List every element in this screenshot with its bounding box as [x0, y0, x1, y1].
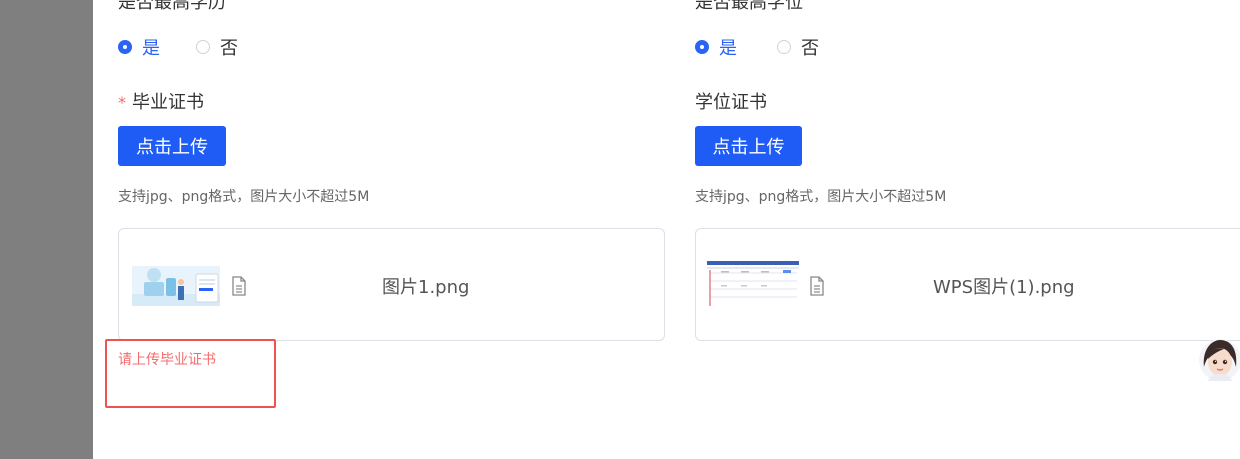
radio-no[interactable]: 否 [196, 34, 238, 60]
upload-hint: 支持jpg、png格式，图片大小不超过5M [118, 189, 370, 205]
upload-degree-certificate-button[interactable]: 点击上传 [695, 126, 802, 166]
document-icon [232, 276, 246, 296]
graduation-certificate-label: * 毕业证书 [118, 88, 204, 114]
image-thumbnail[interactable] [707, 259, 799, 309]
upload-hint: 支持jpg、png格式，图片大小不超过5M [695, 189, 947, 205]
highest-education-label: 是否最高学历 [118, 0, 226, 13]
assistant-avatar-icon[interactable] [1198, 337, 1240, 383]
radio-yes[interactable]: 是 [118, 34, 160, 60]
radio-yes-label[interactable]: 是 [142, 34, 160, 60]
image-thumbnail[interactable] [132, 266, 220, 306]
radio-checked-icon[interactable] [695, 40, 709, 54]
highest-education-radio-group: 是 否 [118, 34, 274, 60]
upload-graduation-certificate-button[interactable]: 点击上传 [118, 126, 226, 166]
radio-no-label[interactable]: 否 [220, 34, 238, 60]
required-mark: * [118, 93, 126, 112]
uploaded-file-card[interactable]: WPS图片(1).png [695, 228, 1240, 341]
uploaded-file-card[interactable]: 图片1.png [118, 228, 665, 341]
radio-yes-label[interactable]: 是 [719, 34, 737, 60]
highest-degree-radio-group: 是 否 [695, 34, 855, 60]
graduation-certificate-text: 毕业证书 [132, 92, 204, 113]
highest-degree-label: 是否最高学位 [695, 0, 803, 13]
radio-unchecked-icon[interactable] [196, 40, 210, 54]
degree-certificate-label: 学位证书 [695, 92, 767, 113]
file-name: WPS图片(1).png [933, 277, 1075, 298]
radio-no[interactable]: 否 [777, 34, 819, 60]
radio-yes[interactable]: 是 [695, 34, 737, 60]
radio-checked-icon[interactable] [118, 40, 132, 54]
document-icon [810, 276, 824, 296]
radio-unchecked-icon[interactable] [777, 40, 791, 54]
file-name: 图片1.png [382, 277, 470, 298]
radio-no-label[interactable]: 否 [801, 34, 819, 60]
modal-overlay [0, 0, 93, 459]
error-highlight-box [105, 339, 276, 408]
